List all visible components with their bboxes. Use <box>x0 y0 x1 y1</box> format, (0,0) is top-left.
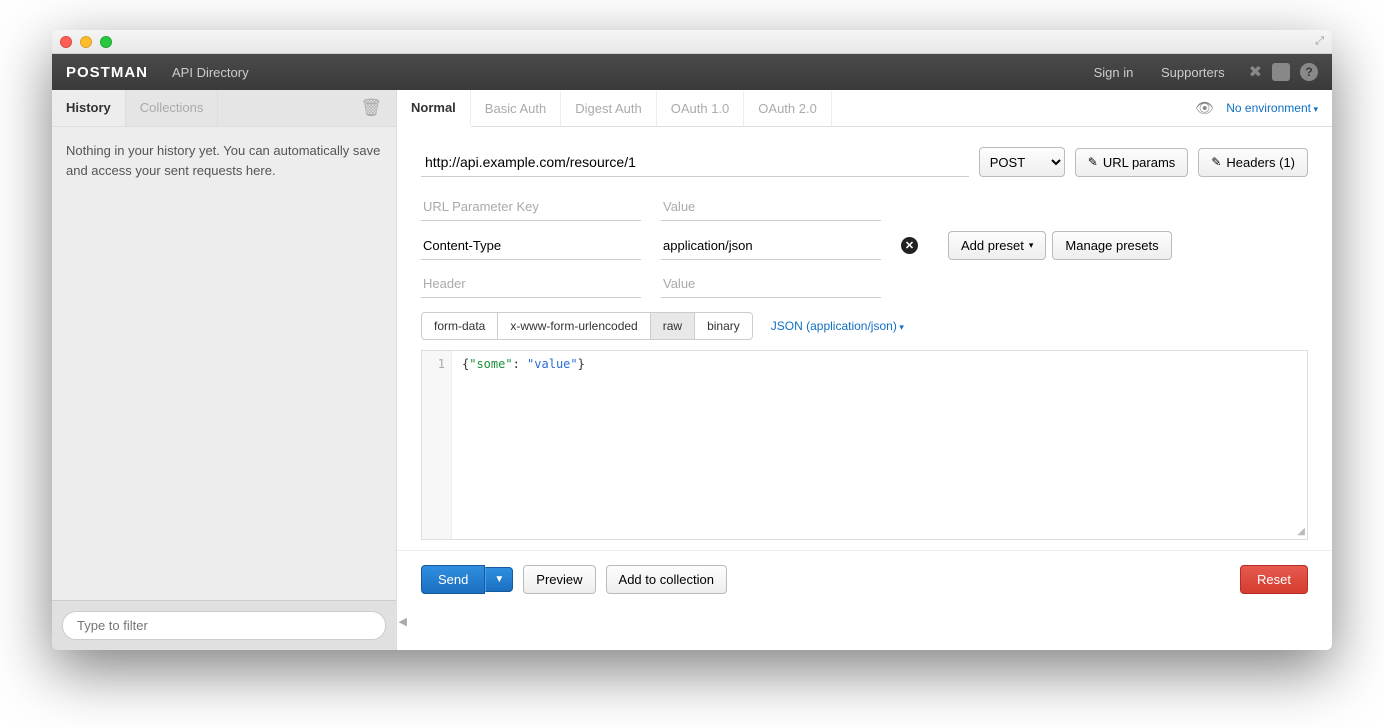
supporters-link[interactable]: Supporters <box>1161 65 1225 80</box>
signin-link[interactable]: Sign in <box>1094 65 1134 80</box>
trash-icon[interactable]: 🗑 <box>346 90 396 126</box>
header-right: Sign in Supporters <box>1070 65 1225 80</box>
header-value-input[interactable] <box>661 232 881 260</box>
method-select[interactable]: POST <box>979 147 1065 177</box>
header-key-input[interactable] <box>421 232 641 260</box>
eye-icon[interactable]: 👁 <box>1195 99 1214 117</box>
url-param-value-input[interactable] <box>661 193 881 221</box>
history-empty-message: Nothing in your history yet. You can aut… <box>52 127 396 600</box>
body-tab-raw[interactable]: raw <box>650 312 695 340</box>
collapse-sidebar-icon[interactable]: ◀ <box>399 615 407 628</box>
filter-input[interactable] <box>62 611 386 640</box>
body-tab-form-data[interactable]: form-data <box>421 312 498 340</box>
code-content[interactable]: {"some": "value"} <box>456 351 1307 377</box>
add-preset-button[interactable]: Add preset ▾ <box>948 231 1046 260</box>
window-close-button[interactable] <box>60 36 72 48</box>
send-dropdown-button[interactable]: ▼ <box>485 567 513 592</box>
add-to-collection-button[interactable]: Add to collection <box>606 565 727 594</box>
window-zoom-button[interactable] <box>100 36 112 48</box>
app-window: ⤢ POSTMAN API Directory Sign in Supporte… <box>52 30 1332 650</box>
window-minimize-button[interactable] <box>80 36 92 48</box>
line-number: 1 <box>438 357 445 371</box>
sidebar: History Collections 🗑 Nothing in your hi… <box>52 90 397 650</box>
tab-collections[interactable]: Collections <box>126 90 219 126</box>
preview-button[interactable]: Preview <box>523 565 595 594</box>
settings-icon[interactable]: ✖ <box>1249 62 1262 82</box>
resize-handle-icon[interactable]: ◢ <box>1297 526 1305 537</box>
body-editor[interactable]: 1 {"some": "value"} ◢ <box>421 350 1308 540</box>
environment-select[interactable]: No environment <box>1226 101 1318 115</box>
url-params-button[interactable]: URL params <box>1075 148 1189 177</box>
auth-tab-basic[interactable]: Basic Auth <box>471 91 561 126</box>
auth-tab-digest[interactable]: Digest Auth <box>561 91 657 126</box>
body-tab-xwww[interactable]: x-www-form-urlencoded <box>497 312 650 340</box>
help-icon[interactable]: ? <box>1300 63 1318 81</box>
auth-tab-oauth2[interactable]: OAuth 2.0 <box>744 91 832 126</box>
auth-tab-oauth1[interactable]: OAuth 1.0 <box>657 91 745 126</box>
twitter-icon[interactable]: t <box>1272 63 1290 81</box>
content-type-select[interactable]: JSON (application/json) <box>771 319 904 333</box>
brand-logo: POSTMAN <box>66 64 148 81</box>
reset-button[interactable]: Reset <box>1240 565 1308 594</box>
body-tab-binary[interactable]: binary <box>694 312 753 340</box>
url-param-key-input[interactable] <box>421 193 641 221</box>
app-header: POSTMAN API Directory Sign in Supporters… <box>52 54 1332 90</box>
manage-presets-button[interactable]: Manage presets <box>1052 231 1171 260</box>
url-input[interactable] <box>421 148 969 177</box>
expand-icon[interactable]: ⤢ <box>1315 35 1324 48</box>
remove-header-icon[interactable]: ✕ <box>901 237 918 254</box>
auth-tab-normal[interactable]: Normal <box>397 90 471 127</box>
new-header-key-input[interactable] <box>421 270 641 298</box>
send-button[interactable]: Send <box>421 565 485 594</box>
headers-button[interactable]: Headers (1) <box>1198 148 1308 177</box>
new-header-value-input[interactable] <box>661 270 881 298</box>
tab-history[interactable]: History <box>52 90 126 126</box>
content-area: Normal Basic Auth Digest Auth OAuth 1.0 … <box>397 90 1332 650</box>
api-directory-link[interactable]: API Directory <box>172 65 249 80</box>
titlebar: ⤢ <box>52 30 1332 54</box>
